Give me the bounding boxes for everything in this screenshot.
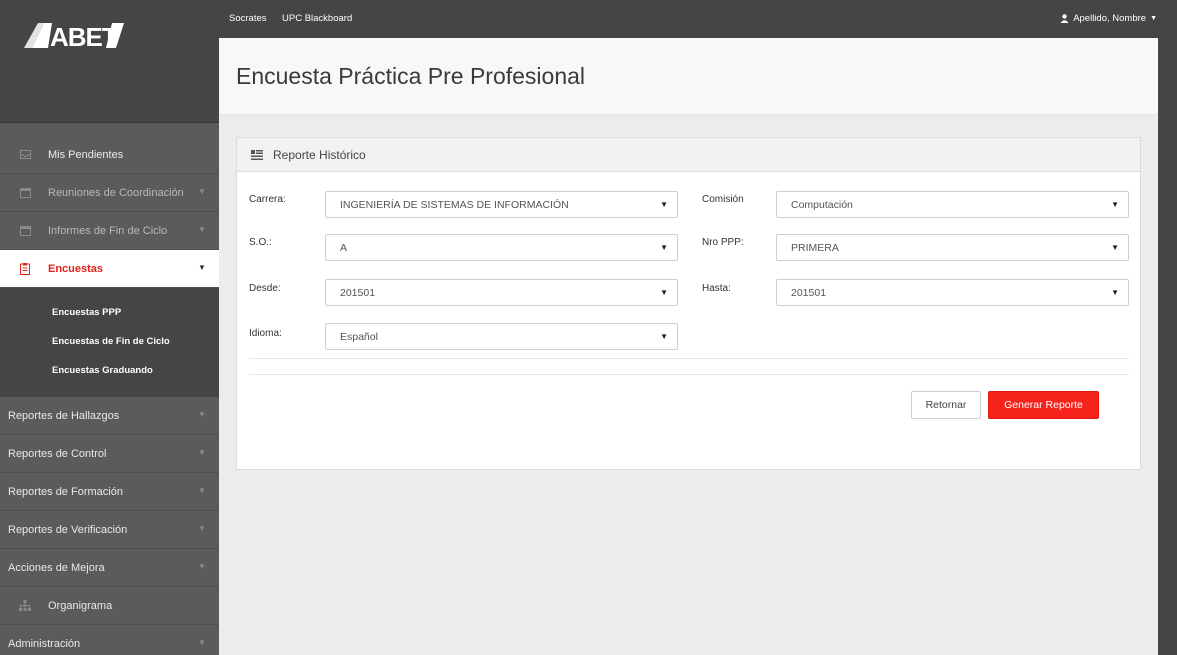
sidebar-item-label: Mis Pendientes [48,148,124,161]
panel-header: Reporte Histórico [237,138,1140,172]
user-icon [1060,14,1069,23]
chevron-down-icon: ▼ [1111,288,1119,297]
hasta-value: 201501 [791,286,827,299]
panel-title: Reporte Histórico [273,147,366,162]
topbar-link-upc-blackboard[interactable]: UPC Blackboard [282,13,352,24]
chevron-down-icon: ▼ [1111,200,1119,209]
hasta-label: Hasta: [702,283,731,294]
nro-ppp-select[interactable]: PRIMERA ▼ [776,234,1129,261]
chevron-down-icon: ▼ [198,562,206,571]
submenu-item-encuestas-ppp[interactable]: Encuestas PPP [0,298,219,327]
main-content: Encuesta Práctica Pre Profesional Report… [219,38,1158,655]
sidebar-item-reportes-control[interactable]: Reportes de Control ▼ [0,435,219,473]
generar-reporte-button[interactable]: Generar Reporte [988,391,1099,419]
idioma-select[interactable]: Español ▼ [325,323,678,350]
sidebar: ABET Mis Pendientes Reuniones de Coordin… [0,0,219,655]
chevron-down-icon: ▼ [198,524,206,533]
logo-band [0,75,219,123]
nro-ppp-value: PRIMERA [791,241,839,254]
user-menu[interactable]: Apellido, Nombre ▼ [1060,13,1157,24]
top-bar: Socrates UPC Blackboard Apellido, Nombre… [219,0,1177,38]
chevron-down-icon: ▼ [1111,243,1119,252]
chevron-down-icon: ▼ [660,200,668,209]
sidebar-item-label: Reportes de Control [8,447,107,460]
sidebar-item-label: Organigrama [48,599,113,612]
desde-value: 201501 [340,286,376,299]
encuestas-submenu: Encuestas PPP Encuestas de Fin de Ciclo … [0,288,219,397]
divider [249,374,1129,375]
carrera-select[interactable]: INGENIERÍA DE SISTEMAS DE INFORMACIÓN ▼ [325,191,678,218]
comision-select[interactable]: Computación ▼ [776,191,1129,218]
sidebar-item-label: Reportes de Hallazgos [8,409,120,422]
chevron-down-icon: ▼ [198,486,206,495]
retornar-button[interactable]: Retornar [911,391,981,419]
chevron-down-icon: ▼ [198,638,206,647]
desde-label: Desde: [249,283,281,294]
carrera-value: INGENIERÍA DE SISTEMAS DE INFORMACIÓN [340,198,569,211]
chevron-down-icon: ▼ [198,410,206,419]
so-select[interactable]: A ▼ [325,234,678,261]
chevron-down-icon: ▼ [198,448,206,457]
so-label: S.O.: [249,237,272,248]
sidebar-nav: Mis Pendientes Reuniones de Coordinación… [0,136,219,655]
inbox-icon [18,148,32,162]
logo-area: ABET [0,0,219,75]
desde-select[interactable]: 201501 ▼ [325,279,678,306]
idioma-value: Español [340,330,378,343]
sidebar-item-reuniones[interactable]: Reuniones de Coordinación ▼ [0,174,219,212]
abet-logo[interactable]: ABET [24,20,134,50]
so-value: A [340,241,348,254]
sidebar-item-reportes-verificacion[interactable]: Reportes de Verificación ▼ [0,511,219,549]
chevron-down-icon: ▼ [660,288,668,297]
sidebar-item-label: Reuniones de Coordinación [48,186,184,199]
sidebar-item-label: Encuestas [48,262,104,275]
comision-value: Computación [791,198,853,211]
idioma-label: Idioma: [249,328,282,339]
sidebar-item-label: Reportes de Verificación [8,523,128,536]
sidebar-item-administracion[interactable]: Administración ▼ [0,625,219,655]
sidebar-item-organigrama[interactable]: Organigrama [0,587,219,625]
chevron-down-icon: ▼ [1150,15,1157,22]
right-frame [1158,38,1177,655]
calendar-icon [18,186,32,200]
sidebar-item-reportes-hallazgos[interactable]: Reportes de Hallazgos ▼ [0,397,219,435]
sidebar-item-label: Administración [8,637,81,650]
user-name: Apellido, Nombre [1073,13,1147,24]
chevron-down-icon: ▼ [198,263,206,272]
chevron-down-icon: ▼ [660,332,668,341]
sidebar-item-informes[interactable]: Informes de Fin de Ciclo ▼ [0,212,219,250]
page-header: Encuesta Práctica Pre Profesional [219,38,1158,115]
sidebar-item-mis-pendientes[interactable]: Mis Pendientes [0,136,219,174]
chevron-down-icon: ▼ [198,187,206,196]
clipboard-icon [18,262,32,276]
sitemap-icon [18,599,32,613]
submenu-item-encuestas-fin-ciclo[interactable]: Encuestas de Fin de Ciclo [0,327,219,356]
nro-ppp-label: Nro PPP: [702,237,744,248]
hasta-select[interactable]: 201501 ▼ [776,279,1129,306]
carrera-label: Carrera: [249,194,286,205]
sidebar-item-acciones-mejora[interactable]: Acciones de Mejora ▼ [0,549,219,587]
report-panel: Reporte Histórico Carrera: INGENIERÍA DE… [236,137,1141,470]
sidebar-item-encuestas[interactable]: Encuestas ▼ [0,250,219,288]
page-title: Encuesta Práctica Pre Profesional [236,63,586,89]
calendar-icon [18,224,32,238]
chevron-down-icon: ▼ [660,243,668,252]
divider [249,358,1129,359]
sidebar-item-label: Reportes de Formación [8,485,123,498]
submenu-item-encuestas-graduando[interactable]: Encuestas Graduando [0,356,219,385]
chevron-down-icon: ▼ [198,225,206,234]
sidebar-item-reportes-formacion[interactable]: Reportes de Formación ▼ [0,473,219,511]
sidebar-item-label: Informes de Fin de Ciclo [48,224,168,237]
sidebar-item-label: Acciones de Mejora [8,561,105,574]
list-icon [251,149,263,160]
comision-label: Comisión [702,194,744,205]
topbar-link-socrates[interactable]: Socrates [229,13,267,24]
